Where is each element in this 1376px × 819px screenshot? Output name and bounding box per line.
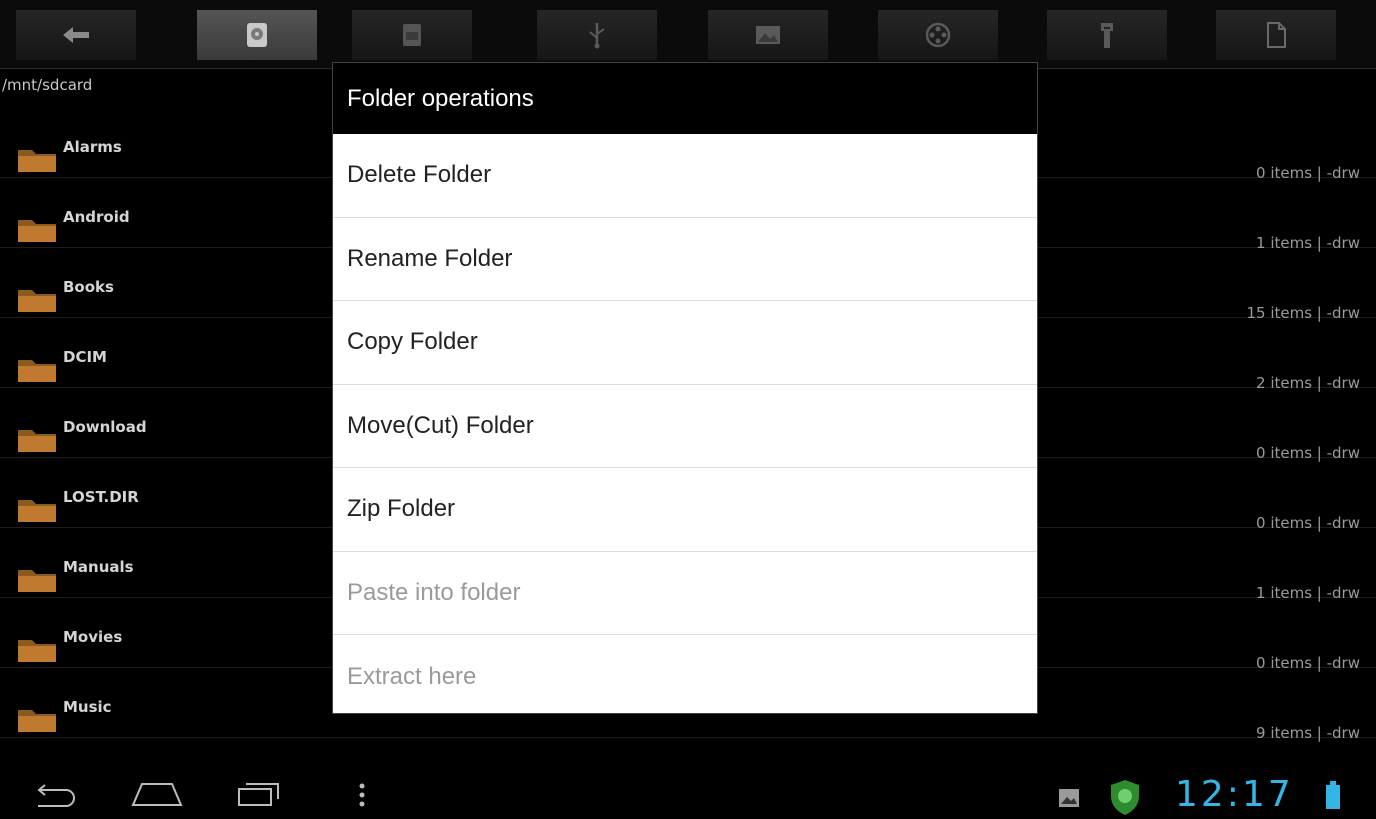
file-name: Android bbox=[63, 208, 130, 226]
current-path: /mnt/sdcard bbox=[2, 76, 93, 94]
folder-icon bbox=[18, 360, 56, 382]
folder-icon bbox=[18, 710, 56, 732]
documents-button[interactable] bbox=[1216, 10, 1336, 60]
file-name: Manuals bbox=[63, 558, 134, 576]
security-shield-icon[interactable] bbox=[1108, 778, 1142, 816]
rename-folder-item[interactable]: Rename Folder bbox=[333, 218, 1037, 301]
status-clock: 12:17 bbox=[1175, 774, 1294, 815]
images-button[interactable] bbox=[708, 10, 828, 60]
document-icon bbox=[1267, 22, 1286, 48]
copy-folder-item[interactable]: Copy Folder bbox=[333, 301, 1037, 385]
tools-button[interactable] bbox=[1047, 10, 1167, 60]
file-name: Alarms bbox=[63, 138, 122, 156]
home-nav-icon[interactable] bbox=[130, 780, 184, 808]
delete-folder-item[interactable]: Delete Folder bbox=[333, 134, 1037, 218]
overflow-menu-icon[interactable] bbox=[356, 782, 368, 808]
file-meta: 9 items | -drw bbox=[1256, 724, 1360, 742]
recent-apps-icon[interactable] bbox=[236, 780, 282, 808]
usb-icon bbox=[589, 23, 605, 49]
extract-here-item[interactable]: Extract here bbox=[333, 635, 1037, 719]
wrench-icon bbox=[1101, 23, 1113, 48]
usb-button[interactable] bbox=[537, 10, 657, 60]
paste-into-folder-item[interactable]: Paste into folder bbox=[333, 552, 1037, 635]
folder-icon bbox=[18, 640, 56, 662]
move-folder-item[interactable]: Move(Cut) Folder bbox=[333, 385, 1037, 468]
back-button[interactable] bbox=[16, 10, 136, 60]
folder-icon bbox=[18, 220, 56, 242]
back-arrow-icon bbox=[63, 27, 89, 43]
film-reel-icon bbox=[925, 22, 951, 48]
file-name: DCIM bbox=[63, 348, 107, 366]
zip-folder-item[interactable]: Zip Folder bbox=[333, 468, 1037, 552]
videos-button[interactable] bbox=[878, 10, 998, 60]
top-toolbar bbox=[0, 0, 1376, 69]
folder-icon bbox=[18, 290, 56, 312]
folder-icon bbox=[18, 430, 56, 452]
folder-icon bbox=[18, 150, 56, 172]
internal-storage-icon bbox=[403, 24, 421, 46]
file-name: Music bbox=[63, 698, 112, 716]
dialog-title: Folder operations bbox=[333, 63, 1037, 134]
file-name: Books bbox=[63, 278, 114, 296]
system-navigation-bar bbox=[0, 764, 1376, 819]
file-name: Download bbox=[63, 418, 147, 436]
image-icon bbox=[756, 26, 780, 44]
folder-icon bbox=[18, 500, 56, 522]
sdcard-icon bbox=[247, 23, 267, 47]
sdcard-button[interactable] bbox=[197, 10, 317, 60]
back-nav-icon[interactable] bbox=[30, 782, 80, 808]
folder-operations-dialog: Folder operations Delete Folder Rename F… bbox=[332, 62, 1038, 714]
file-name: LOST.DIR bbox=[63, 488, 139, 506]
internal-storage-button[interactable] bbox=[352, 10, 472, 60]
folder-icon bbox=[18, 570, 56, 592]
battery-icon bbox=[1326, 781, 1340, 809]
file-name: Movies bbox=[63, 628, 123, 646]
screenshot-notification-icon[interactable] bbox=[1058, 788, 1080, 808]
